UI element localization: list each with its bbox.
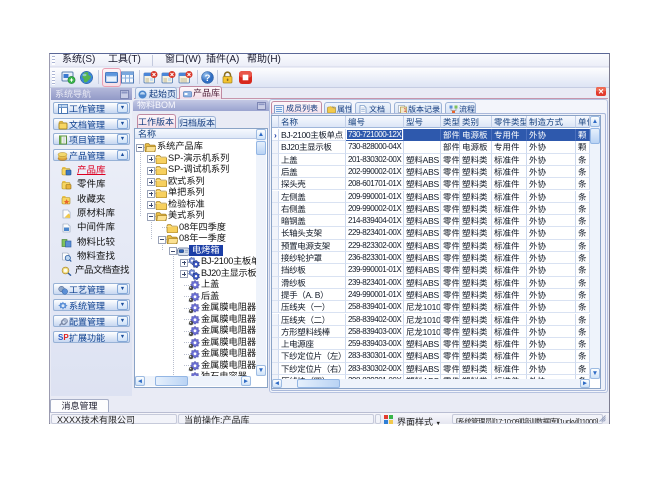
svg-text:?: ? xyxy=(205,73,211,84)
